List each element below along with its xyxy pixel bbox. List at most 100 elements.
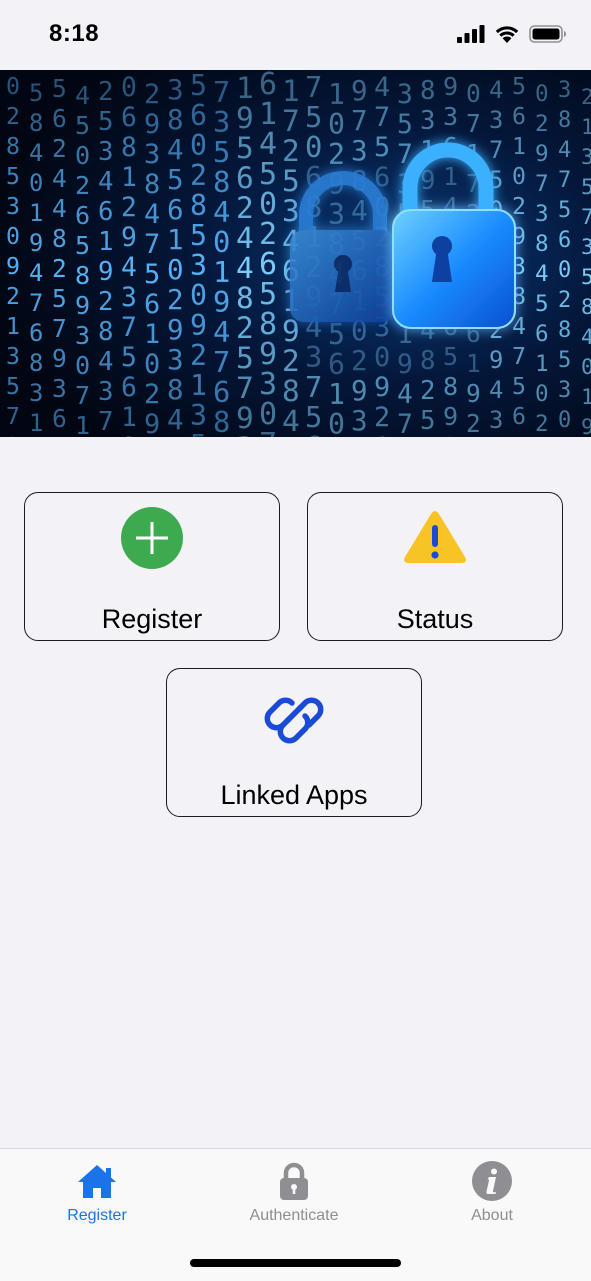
rain-digit: 6 [52, 104, 67, 133]
rain-digit: 1 [190, 369, 207, 402]
rain-digit: 7 [558, 168, 571, 193]
rain-digit: 0 [328, 108, 345, 141]
tab-about[interactable]: About [412, 1157, 572, 1229]
rain-digit: 8 [144, 169, 160, 200]
rain-digit: 3 [535, 201, 549, 227]
link-icon [264, 697, 324, 744]
rain-digit: 7 [52, 314, 67, 343]
rain-digit: 1 [535, 351, 549, 377]
rain-digit: 2 [351, 345, 368, 377]
rain-digit: 7 [305, 70, 322, 104]
rain-digit: 4 [29, 259, 43, 287]
tab-authenticate[interactable]: Authenticate [214, 1157, 374, 1229]
rain-digit: 7 [489, 136, 503, 164]
register-tile[interactable]: Register [24, 492, 280, 641]
rain-digit: 5 [305, 100, 322, 134]
rain-digit: 7 [581, 205, 591, 230]
rain-digit: 2 [374, 402, 390, 433]
rain-digit: 9 [351, 75, 368, 107]
rain-digit: 3 [420, 106, 435, 136]
rain-digit: 3 [98, 137, 113, 167]
rain-digit: 8 [443, 372, 458, 401]
rain-digit: 9 [29, 229, 43, 257]
rain-digit: 3 [558, 378, 571, 403]
rain-digit: 1 [512, 133, 526, 160]
rain-digit: 8 [121, 133, 137, 163]
rain-digit: 1 [29, 409, 43, 437]
rain-digit: 7 [374, 102, 390, 133]
rain-digit: 4 [121, 253, 137, 283]
rain-digit: 9 [236, 101, 254, 135]
rain-digit: 5 [75, 111, 90, 140]
rain-digit: 0 [466, 79, 481, 108]
rain-digit: 5 [190, 70, 207, 102]
rain-digit: 6 [121, 103, 137, 133]
rain-digit: 8 [6, 133, 20, 160]
rain-digit: 0 [535, 381, 549, 407]
rain-digit: 4 [236, 221, 254, 255]
rain-digit: 7 [535, 171, 549, 197]
rain-digit: 0 [213, 225, 230, 259]
rain-digit: 7 [397, 410, 413, 437]
rain-digit: 2 [535, 411, 549, 437]
rain-digit: 2 [558, 288, 571, 313]
rain-digit: 9 [466, 379, 481, 408]
rain-digit: 7 [420, 436, 435, 437]
rain-digit: 5 [328, 318, 345, 351]
rain-digit: 3 [52, 374, 67, 403]
rain-digit: 0 [6, 73, 20, 100]
rain-digit: 1 [121, 163, 137, 193]
rain-digit: 6 [52, 404, 67, 433]
rain-digit: 0 [328, 408, 345, 437]
register-tile-label: Register [101, 604, 203, 634]
rain-digit: 6 [29, 319, 43, 347]
status-tile[interactable]: Status [307, 492, 563, 641]
rain-digit: 8 [52, 224, 67, 253]
rain-digit: 0 [558, 258, 571, 283]
rain-digit: 1 [282, 74, 300, 108]
status-time: 8:18 [49, 20, 100, 47]
rain-digit: 1 [52, 434, 67, 437]
tab-register[interactable]: Register [17, 1157, 177, 1229]
rain-digit: 2 [98, 77, 113, 107]
rain-digit: 6 [190, 99, 207, 132]
rain-digit: 5 [6, 373, 20, 400]
rain-digit: 2 [52, 254, 67, 283]
rain-digit: 2 [6, 103, 20, 130]
rain-digit: 8 [213, 165, 230, 199]
rain-digit: 5 [236, 131, 254, 165]
rain-digit: 2 [167, 284, 184, 316]
rain-digit: 7 [466, 109, 481, 138]
rain-digit: 2 [236, 311, 254, 345]
rain-digit: 9 [374, 372, 390, 403]
tab-about-label: About [471, 1207, 513, 1224]
rain-digit: 5 [512, 373, 526, 400]
rain-digit: 6 [213, 375, 230, 409]
rain-digit: 3 [581, 145, 591, 170]
rain-digit: 8 [213, 405, 230, 437]
rain-digit: 8 [420, 76, 435, 106]
rain-digit: 6 [512, 103, 526, 130]
rain-digit: 4 [213, 315, 230, 349]
rain-digit: 1 [6, 313, 20, 340]
rain-digit: 3 [167, 74, 184, 106]
rain-digit: 7 [121, 313, 137, 343]
rain-digit: 5 [29, 79, 43, 107]
rain-digit: 4 [52, 164, 67, 193]
rain-digit: 2 [6, 283, 20, 310]
rain-digit: 5 [397, 110, 413, 140]
status-tile-label: Status [396, 604, 474, 634]
linked-apps-tile[interactable]: Linked Apps [166, 668, 422, 817]
rain-digit: 3 [98, 377, 113, 407]
rain-digit: 0 [581, 355, 591, 380]
rain-digit: 4 [75, 81, 90, 110]
home-icon [78, 1165, 116, 1198]
rain-digit: 1 [581, 115, 591, 140]
rain-digit: 8 [558, 318, 571, 343]
rain-digit: 4 [236, 251, 254, 285]
rain-digit: 0 [558, 408, 571, 433]
rain-digit: 9 [52, 344, 67, 373]
rain-digit: 1 [121, 403, 137, 433]
rain-digit: 5 [98, 107, 113, 137]
rain-digit: 0 [167, 254, 184, 286]
